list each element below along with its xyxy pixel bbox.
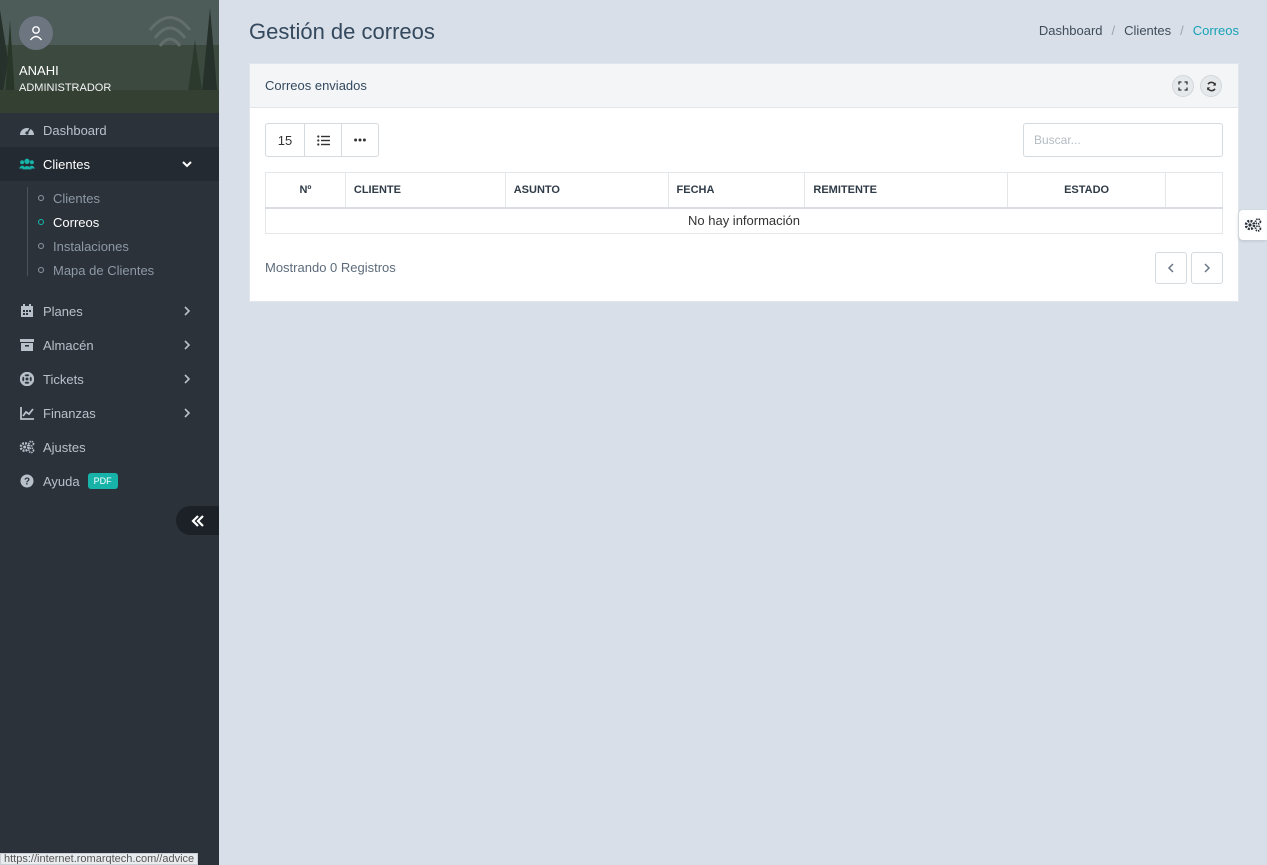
- theme-settings-toggle[interactable]: [1239, 210, 1267, 240]
- column-header-estado[interactable]: ESTADO: [1007, 172, 1167, 209]
- sidebar-item-label: Ayuda: [43, 473, 80, 489]
- table-toolbar: 15: [265, 123, 379, 157]
- sidebar-item-label: Tickets: [43, 371, 84, 387]
- expand-icon: [1178, 81, 1188, 91]
- sidebar-menu: Dashboard Clientes: [0, 113, 219, 181]
- empty-table-message: No hay información: [265, 207, 1223, 234]
- more-options-button[interactable]: [341, 123, 379, 157]
- breadcrumb: Dashboard / Clientes / Correos: [1039, 23, 1239, 38]
- avatar[interactable]: [19, 16, 53, 50]
- profile-name: ANAHI: [19, 63, 59, 78]
- gears-icon: [1244, 218, 1262, 232]
- double-chevron-left-icon: [190, 514, 204, 527]
- sidebar: ANAHI ADMINISTRADOR Dashboard Clientes C…: [0, 0, 219, 865]
- column-header-fecha[interactable]: FECHA: [667, 172, 806, 209]
- breadcrumb-separator: /: [1111, 23, 1116, 38]
- next-page-button[interactable]: [1191, 252, 1223, 284]
- column-header-remitente[interactable]: REMITENTE: [804, 172, 1009, 209]
- dashboard-gauge-icon: [19, 122, 35, 138]
- calendar-icon: [19, 303, 35, 319]
- list-icon: [316, 134, 330, 146]
- submenu-item-label: Correos: [53, 214, 100, 230]
- sidebar-item-label: Ajustes: [43, 439, 86, 455]
- sidebar-item-label: Almacén: [43, 337, 94, 353]
- sidebar-item-ayuda[interactable]: ? Ayuda PDF: [0, 464, 219, 498]
- profile-header: ANAHI ADMINISTRADOR: [0, 0, 219, 113]
- life-ring-icon: [19, 371, 35, 387]
- page-title: Gestión de correos: [249, 19, 435, 44]
- column-header-cliente[interactable]: CLIENTE: [344, 172, 506, 209]
- chevron-down-icon: [181, 158, 193, 170]
- browser-status-url: https://internet.romarqtech.com//advice: [0, 853, 199, 865]
- sidebar-item-finanzas[interactable]: Finanzas: [0, 396, 219, 430]
- profile-role: ADMINISTRADOR: [19, 82, 112, 94]
- chevron-right-icon: [181, 305, 193, 317]
- page-size-select[interactable]: 15: [265, 123, 305, 157]
- sidebar-item-label: Planes: [43, 303, 83, 319]
- breadcrumb-separator: /: [1180, 23, 1184, 38]
- chevron-left-icon: [1167, 263, 1174, 273]
- correos-panel: Correos enviados 15 Nº CLIENTE ASUNTO FE…: [249, 63, 1239, 302]
- submenu-item-label: Clientes: [53, 190, 100, 206]
- sidebar-menu-secondary: Planes Almacén Tickets Finanzas Ajustes …: [0, 294, 219, 498]
- chart-line-icon: [19, 405, 35, 421]
- archive-box-icon: [19, 337, 35, 353]
- svg-text:?: ?: [24, 477, 30, 488]
- sidebar-item-dashboard[interactable]: Dashboard: [0, 113, 219, 147]
- submenu-item-correos[interactable]: Correos: [0, 210, 219, 234]
- breadcrumb-dashboard[interactable]: Dashboard: [1039, 23, 1103, 38]
- previous-page-button[interactable]: [1155, 252, 1187, 284]
- submenu-item-label: Mapa de Clientes: [53, 262, 155, 278]
- chevron-right-icon: [1204, 263, 1211, 273]
- search-input[interactable]: [1023, 123, 1223, 157]
- submenu-item-clientes[interactable]: Clientes: [0, 186, 219, 210]
- submenu-item-mapa-de-clientes[interactable]: Mapa de Clientes: [0, 258, 219, 282]
- user-icon: [29, 26, 43, 41]
- submenu-item-instalaciones[interactable]: Instalaciones: [0, 234, 219, 258]
- sidebar-item-label: Clientes: [43, 156, 90, 172]
- refresh-icon: [1206, 81, 1216, 91]
- table-row: No hay información: [265, 207, 1223, 234]
- column-header-numero[interactable]: Nº: [265, 172, 346, 209]
- chevron-right-icon: [181, 407, 193, 419]
- clientes-submenu: Clientes Correos Instalaciones Mapa de C…: [0, 181, 219, 288]
- column-header-asunto[interactable]: ASUNTO: [504, 172, 669, 209]
- fullscreen-button[interactable]: [1172, 75, 1194, 97]
- table-header-row: Nº CLIENTE ASUNTO FECHA REMITENTE ESTADO: [265, 172, 1223, 209]
- sidebar-item-planes[interactable]: Planes: [0, 294, 219, 328]
- sidebar-item-tickets[interactable]: Tickets: [0, 362, 219, 396]
- ellipsis-icon: [354, 138, 366, 142]
- chevron-right-icon: [181, 339, 193, 351]
- sidebar-item-label: Dashboard: [43, 122, 107, 138]
- collapse-sidebar-button[interactable]: [176, 506, 219, 535]
- sidebar-item-label: Finanzas: [43, 405, 96, 421]
- column-visibility-button[interactable]: [304, 123, 342, 157]
- refresh-button[interactable]: [1200, 75, 1222, 97]
- breadcrumb-correos: Correos: [1192, 23, 1239, 38]
- breadcrumb-clientes[interactable]: Clientes: [1124, 23, 1171, 38]
- sidebar-item-almacen[interactable]: Almacén: [0, 328, 219, 362]
- users-icon: [19, 156, 35, 172]
- sidebar-item-ajustes[interactable]: Ajustes: [0, 430, 219, 464]
- panel-header: Correos enviados: [250, 64, 1238, 108]
- records-count: Mostrando 0 Registros: [265, 260, 396, 275]
- question-circle-icon: ?: [19, 473, 35, 489]
- submenu-item-label: Instalaciones: [53, 238, 129, 254]
- gears-icon: [19, 439, 35, 455]
- chevron-right-icon: [181, 373, 193, 385]
- sidebar-item-clientes[interactable]: Clientes: [0, 147, 219, 181]
- panel-title: Correos enviados: [265, 78, 367, 93]
- pdf-badge[interactable]: PDF: [87, 473, 118, 489]
- correos-table: Nº CLIENTE ASUNTO FECHA REMITENTE ESTADO…: [265, 172, 1223, 234]
- column-header-actions: [1165, 172, 1223, 209]
